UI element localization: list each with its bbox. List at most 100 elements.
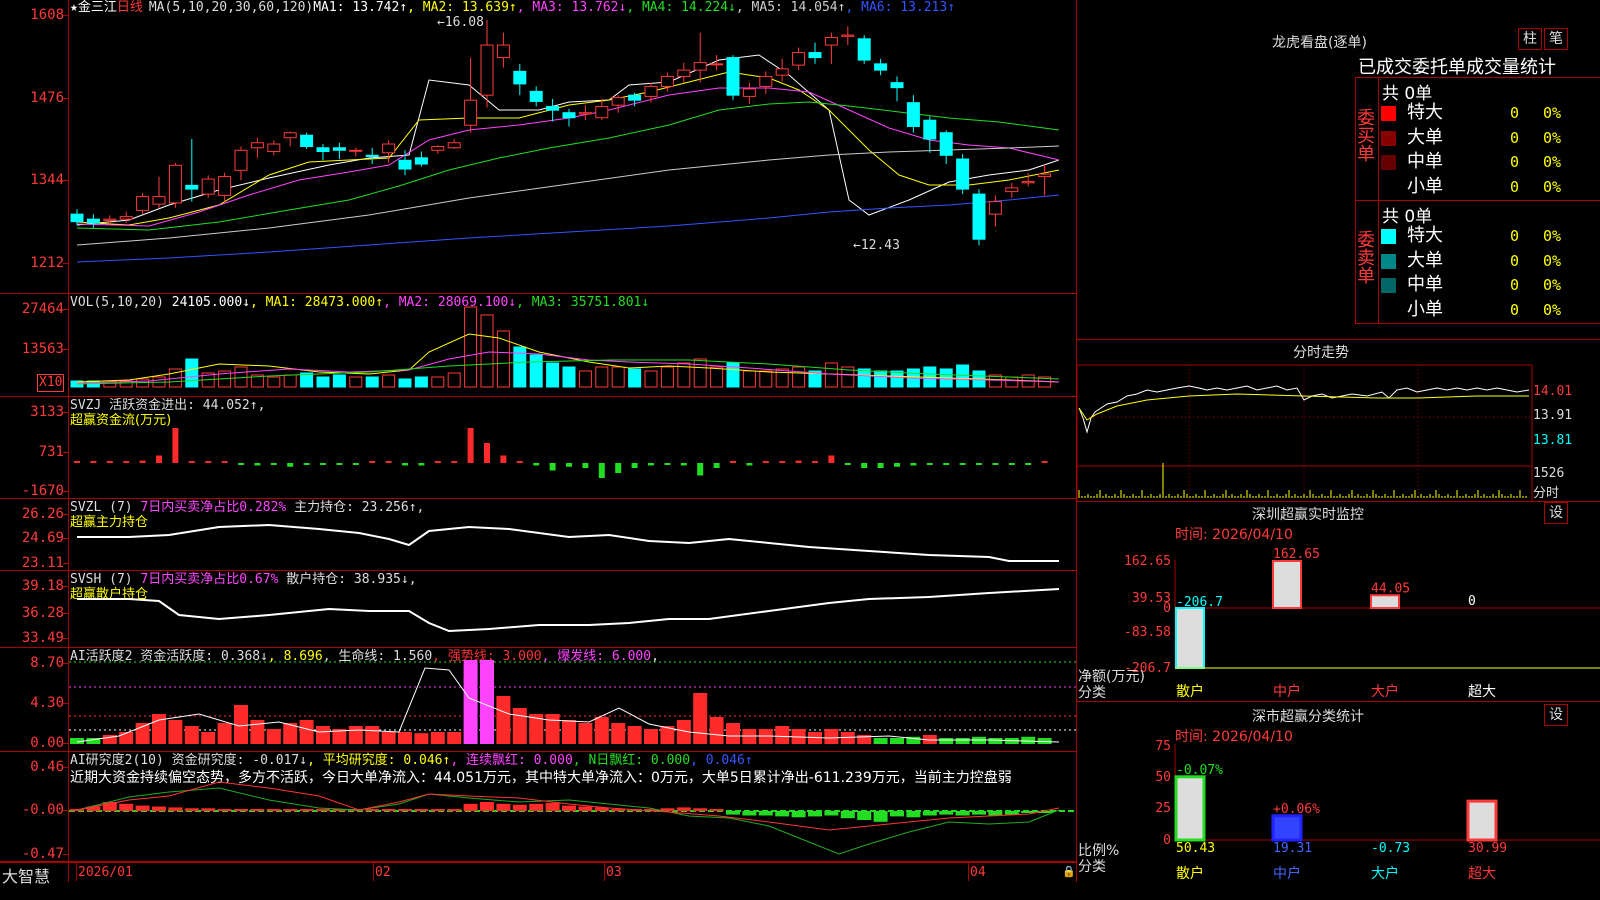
research-bar[interactable]	[152, 806, 166, 812]
activity-bar[interactable]	[775, 726, 790, 744]
fund-flow-bar[interactable]	[156, 455, 162, 464]
candle-body[interactable]	[890, 82, 904, 89]
fund-flow-bar[interactable]	[631, 463, 638, 468]
fund-flow-bar[interactable]	[598, 463, 605, 478]
volume-bar[interactable]	[365, 376, 379, 388]
candle-body[interactable]	[808, 52, 822, 59]
research-bar[interactable]	[414, 809, 429, 811]
candle-body[interactable]	[234, 149, 248, 171]
research-bar[interactable]	[119, 803, 134, 811]
svzl-panel[interactable]: SVZL (7) 7日内买卖净占比0.282% 主力持仓: 23.256↑, 超…	[0, 499, 1077, 571]
fund-flow-bar[interactable]	[287, 463, 294, 467]
research-bar[interactable]	[250, 809, 265, 811]
research-bar[interactable]	[922, 811, 937, 816]
research-bar[interactable]	[939, 811, 954, 815]
volume-bar[interactable]	[283, 374, 297, 388]
candle-body[interactable]	[1005, 187, 1019, 193]
research-bar[interactable]	[726, 811, 740, 815]
research-bar[interactable]	[873, 811, 888, 822]
candle-body[interactable]	[464, 99, 478, 126]
candle-body[interactable]	[595, 105, 609, 119]
activity-bar[interactable]	[365, 726, 380, 744]
research-bar[interactable]	[316, 809, 330, 811]
fund-flow-bar[interactable]	[221, 461, 228, 463]
volume-bar[interactable]	[480, 314, 494, 388]
volume-bar[interactable]	[660, 366, 674, 388]
candle-body[interactable]	[316, 147, 330, 153]
svsh-panel[interactable]: SVSH (7) 7日内买卖净占比0.67% 散户持仓: 38.935↓, 超赢…	[0, 571, 1077, 648]
research-bar[interactable]	[1004, 811, 1019, 815]
volume-bar[interactable]	[316, 376, 330, 388]
classify-bar[interactable]	[1271, 814, 1303, 842]
svzl-line-chart[interactable]	[69, 499, 1076, 571]
candle-body[interactable]	[185, 184, 199, 190]
fund-flow-bar[interactable]	[680, 463, 687, 466]
candle-body[interactable]	[414, 157, 428, 165]
activity-bar[interactable]	[824, 729, 839, 744]
candle-body[interactable]	[86, 218, 100, 224]
fund-flow-bar[interactable]	[664, 463, 671, 465]
volume-bar[interactable]	[447, 372, 461, 388]
volume-bar[interactable]	[611, 366, 625, 388]
research-bar[interactable]	[463, 803, 478, 811]
research-bar[interactable]	[857, 811, 872, 820]
fund-flow-bar[interactable]	[926, 463, 933, 465]
candle-body[interactable]	[611, 97, 625, 106]
activity-bar[interactable]	[709, 717, 724, 744]
svsh-line-chart[interactable]	[69, 571, 1076, 648]
candle-body[interactable]	[578, 112, 592, 115]
fund-flow-bar[interactable]	[1025, 463, 1032, 465]
candle-body[interactable]	[300, 134, 314, 148]
activity-bar[interactable]	[693, 693, 708, 744]
fund-flow-bar[interactable]	[746, 463, 753, 466]
research-bar[interactable]	[578, 806, 593, 812]
research-bar[interactable]	[299, 809, 314, 811]
candle-body[interactable]	[332, 147, 346, 151]
monitor-bar[interactable]	[1175, 607, 1205, 669]
research-bar[interactable]	[562, 805, 576, 811]
activity-bar[interactable]	[447, 732, 462, 744]
fund-flow-bar[interactable]	[877, 463, 884, 468]
tick-button[interactable]: 笔	[1544, 28, 1568, 50]
candlestick-chart[interactable]: ←16.08 ←12.43	[69, 0, 1076, 294]
volume-bar[interactable]	[414, 376, 428, 388]
volume-bar[interactable]	[857, 368, 871, 388]
fund-flow-bar[interactable]	[894, 463, 900, 467]
activity-bar[interactable]	[201, 732, 216, 744]
candle-body[interactable]	[759, 75, 773, 87]
volume-bar[interactable]	[464, 306, 478, 388]
fund-flow-bar[interactable]	[254, 463, 261, 466]
candle-body[interactable]	[693, 62, 707, 71]
ai-research-panel[interactable]: AI研究度2(10) 资金研究度: -0.017↓, 平均研究度: 0.046↑…	[0, 752, 1077, 862]
fund-flow-bar[interactable]	[484, 443, 490, 463]
candle-body[interactable]	[677, 69, 691, 77]
candle-body[interactable]	[644, 85, 658, 97]
fund-flow-bar[interactable]	[336, 463, 343, 465]
activity-bar[interactable]	[594, 717, 609, 744]
volume-bar[interactable]	[693, 358, 707, 388]
research-bar[interactable]	[775, 811, 790, 817]
classify-bar[interactable]	[1466, 799, 1498, 842]
fund-flow-bar[interactable]	[861, 463, 868, 468]
volume-bar[interactable]	[890, 370, 904, 388]
lock-icon[interactable]: 🔒	[1062, 865, 1076, 878]
fund-flow-bar[interactable]	[139, 460, 146, 464]
research-bar[interactable]	[972, 811, 986, 815]
research-bar[interactable]	[824, 811, 839, 816]
research-bar[interactable]	[512, 804, 527, 811]
volume-bar[interactable]	[775, 368, 789, 388]
activity-bar[interactable]	[381, 732, 396, 744]
research-bar[interactable]	[890, 811, 904, 817]
candle-body[interactable]	[972, 193, 986, 240]
candle-body[interactable]	[267, 143, 281, 153]
candle-body[interactable]	[431, 146, 445, 151]
activity-bar[interactable]	[545, 714, 560, 744]
volume-panel[interactable]: VOL(5,10,20) 24105.000↓, MA1: 28473.000↑…	[0, 294, 1077, 397]
fund-flow-bar[interactable]	[123, 461, 130, 463]
activity-bar[interactable]	[611, 723, 626, 744]
fund-flow-bar[interactable]	[205, 461, 212, 463]
fund-flow-bar[interactable]	[566, 463, 572, 467]
volume-bar[interactable]	[628, 368, 642, 388]
volume-bar[interactable]	[431, 376, 445, 388]
activity-bar[interactable]	[184, 726, 199, 744]
